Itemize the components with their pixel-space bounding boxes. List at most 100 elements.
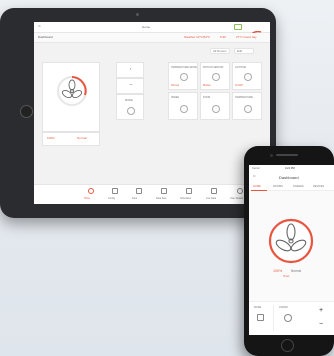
phone-camera [270, 153, 273, 157]
tablet-device: ≡ Home Dashboard Weather 12°C/54°F 5:30 … [0, 8, 276, 218]
phone-mode-button[interactable]: MODE [252, 305, 274, 331]
plus-button[interactable]: + [116, 62, 144, 78]
nav-label: Home [84, 197, 91, 200]
nav-label: User Details [230, 197, 244, 200]
files-icon [136, 188, 142, 194]
phone-plus-button[interactable]: + [319, 307, 323, 314]
phone-power-button[interactable]: ON/OFF [277, 305, 301, 331]
phone-title-bar: ≡ Dashboard [249, 172, 334, 183]
tile-value: On/Off [235, 84, 243, 87]
tab-scenes[interactable]: SCENES [293, 185, 304, 188]
tablet-sub-bar: Dashboard Weather 12°C/54°F 5:30 27°C Go… [34, 33, 270, 43]
nav-label: Config [108, 197, 115, 200]
mode-label: MODE [125, 99, 133, 102]
tile-value: Motion [203, 84, 211, 87]
phone-fan-mode: Normal [291, 269, 302, 273]
mode-button[interactable]: MODE [116, 94, 144, 120]
phone-device: Carrier 4:21 PM ≡ Dashboard HOME ROOMS S… [244, 146, 334, 356]
nav-label: Schedules [180, 197, 192, 200]
tile-label: SPEED [171, 96, 180, 99]
tab-rooms[interactable]: ROOMS [273, 185, 283, 188]
minus-button[interactable]: − [116, 78, 144, 94]
nav-label: Live Data [206, 197, 217, 200]
phone-tabs: HOME ROOMS SCENES DEVICES [249, 183, 334, 191]
live-data-icon [211, 188, 217, 194]
nav-label: Data Sets [156, 197, 167, 200]
tile-label: TEMPERATURE SENSOR [171, 66, 197, 69]
temperature-tile[interactable]: TEMPERATURE [232, 92, 262, 120]
nav-item-schedules[interactable]: Schedules [180, 188, 198, 204]
mode-icon [127, 107, 135, 115]
motion-sensor-tile[interactable]: MOTION SENSOR Motion [200, 62, 230, 90]
logo-icon [234, 24, 242, 30]
brand-logo-icon [248, 24, 262, 37]
status-item-condition: 27°C Good day [236, 36, 257, 39]
tablet-screen: ≡ Home Dashboard Weather 12°C/54°F 5:30 … [34, 22, 270, 204]
status-time: 4:21 PM [285, 167, 295, 170]
filter-edit-button[interactable]: Edit [234, 48, 254, 54]
tab-indicator [251, 189, 267, 191]
config-icon [112, 188, 118, 194]
fan-icon [57, 76, 87, 106]
tile-value: Normal [171, 84, 180, 87]
thermometer-icon [180, 73, 188, 81]
fan-level-label: 100% [47, 137, 55, 140]
menu-icon[interactable]: ≡ [253, 175, 256, 178]
filter-rooms-button[interactable]: All Rooms [210, 48, 230, 54]
fan-mode-label: Normal [77, 137, 87, 140]
door-tile[interactable]: DOOR [200, 92, 230, 120]
phone-fan-sub: Timer [283, 275, 290, 278]
carrier-label: Carrier [252, 167, 260, 170]
speed-tile[interactable]: SPEED [168, 92, 198, 120]
user-icon [237, 188, 243, 194]
tablet-bottom-nav: Home Config Files Data Sets Schedules Li… [34, 184, 270, 204]
plus-label: + [129, 68, 133, 72]
phone-fan-level: 100% [273, 269, 283, 273]
phone-status-bar: Carrier 4:21 PM [249, 165, 334, 172]
tablet-top-bar: ≡ Home [34, 22, 270, 37]
motion-icon [212, 73, 220, 81]
minus-label: − [129, 84, 133, 88]
door-icon [212, 105, 220, 113]
temperature-sensor-tile[interactable]: TEMPERATURE SENSOR Normal [168, 62, 198, 90]
nav-label: Files [132, 197, 138, 200]
nav-item-files[interactable]: Files [132, 188, 146, 204]
phone-fan-icon[interactable] [267, 217, 315, 265]
speed-icon [180, 105, 188, 113]
fan-info-bar: 100% Normal [42, 132, 100, 146]
nav-item-data-sets[interactable]: Data Sets [156, 188, 172, 204]
fan-tile[interactable] [42, 62, 100, 132]
phone-speaker [276, 154, 298, 156]
nav-item-config[interactable]: Config [108, 188, 122, 204]
phone-home-button[interactable] [281, 339, 294, 352]
thermometer-icon [244, 105, 252, 113]
lighting-tile[interactable]: LIGHTING On/Off [232, 62, 262, 90]
mode-icon [257, 314, 264, 321]
tablet-home-button[interactable] [20, 105, 33, 118]
tile-label: TEMPERATURE [235, 96, 253, 99]
phone-mode-label: MODE [254, 306, 262, 309]
menu-icon[interactable]: ≡ [38, 25, 41, 28]
tile-label: MOTION SENSOR [203, 66, 224, 69]
nav-item-home[interactable]: Home [84, 188, 98, 204]
section-title: Dashboard [38, 36, 53, 39]
data-sets-icon [161, 188, 167, 194]
status-item-weather: Weather 12°C/54°F [184, 36, 211, 39]
nav-item-live-data[interactable]: Live Data [206, 188, 222, 204]
phone-screen: Carrier 4:21 PM ≡ Dashboard HOME ROOMS S… [249, 165, 334, 335]
schedules-icon [186, 188, 192, 194]
phone-power-label: ON/OFF [279, 306, 289, 309]
tablet-camera [136, 13, 139, 16]
tab-devices[interactable]: DEVICES [313, 185, 324, 188]
tablet-header-title: Home [142, 26, 151, 29]
tile-label: LIGHTING [235, 66, 247, 69]
status-item-time: 5:30 [220, 36, 226, 39]
phone-controls: MODE ON/OFF + − [249, 301, 334, 335]
home-icon [88, 188, 94, 194]
bulb-icon [244, 73, 252, 81]
tile-label: DOOR [203, 96, 211, 99]
tab-home[interactable]: HOME [253, 185, 261, 188]
phone-minus-button[interactable]: − [319, 321, 323, 328]
power-icon [284, 314, 292, 322]
phone-title: Dashboard [279, 176, 299, 180]
